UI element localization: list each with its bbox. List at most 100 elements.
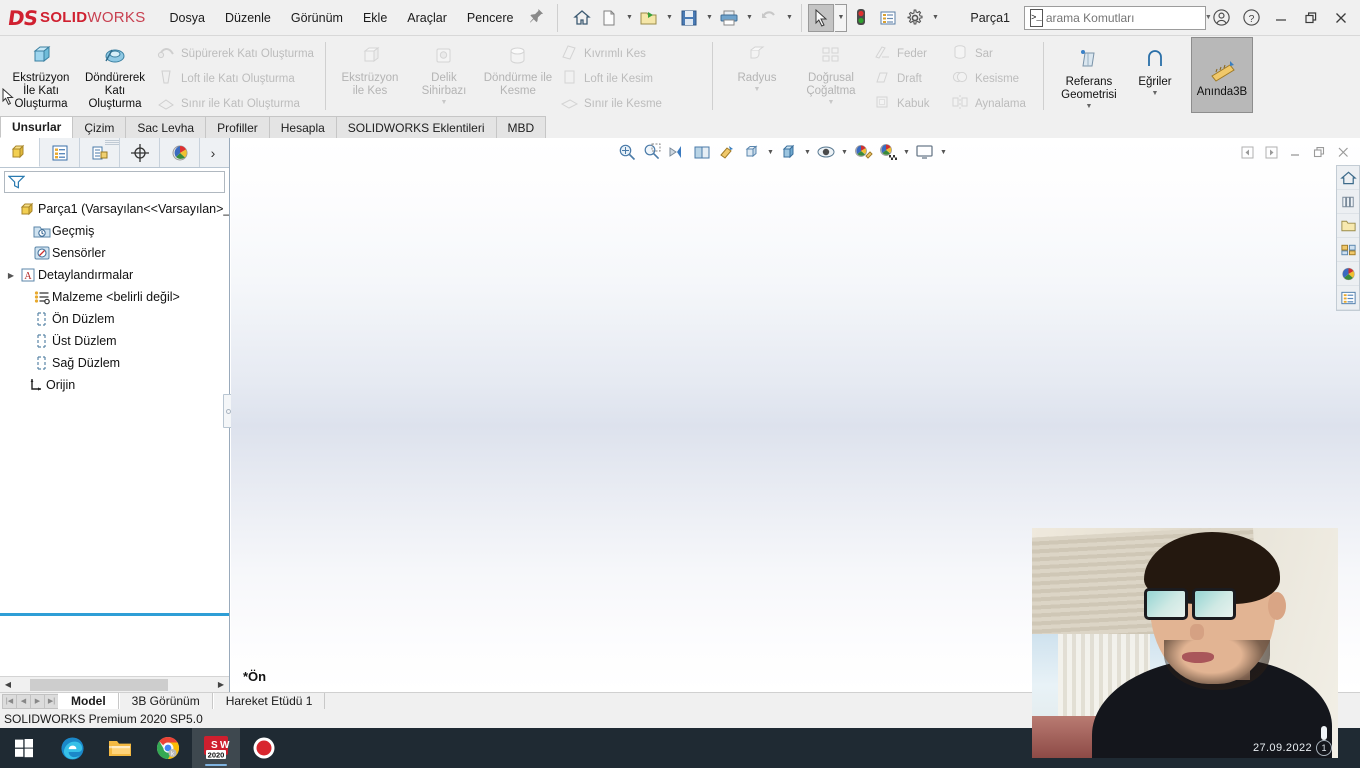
ribbon-reference-geometry[interactable]: Referans Geometrisi ▼	[1051, 42, 1127, 110]
taskbar-file-explorer[interactable]	[96, 728, 144, 768]
settings-gear-icon[interactable]	[902, 4, 928, 32]
view-settings-icon[interactable]	[913, 139, 937, 165]
taskbar-solidworks[interactable]: S W 2020	[192, 728, 240, 768]
tab-hesapla[interactable]: Hesapla	[268, 116, 337, 138]
view-orientation-chevron-down-icon[interactable]: ▼	[765, 139, 776, 165]
account-circle-icon[interactable]	[1206, 3, 1236, 33]
pin-icon[interactable]	[523, 8, 552, 27]
menu-gorunum[interactable]: Görünüm	[281, 7, 353, 29]
scroll-thumb[interactable]	[30, 678, 168, 691]
doc-previous-icon[interactable]	[1236, 140, 1258, 164]
tree-item-top-plane[interactable]: Üst Düzlem	[4, 330, 229, 352]
new-document-icon[interactable]	[596, 4, 622, 32]
open-document-icon[interactable]	[636, 4, 662, 32]
ribbon-revolved-cut[interactable]: Döndürme ile Kesme	[481, 38, 555, 98]
close-icon[interactable]	[1326, 3, 1356, 33]
settings-chevron-down-icon[interactable]: ▼	[929, 4, 941, 32]
undo-icon[interactable]	[756, 4, 782, 32]
tab-nav-last-icon[interactable]: ▶|	[44, 693, 59, 709]
tree-item-history[interactable]: Geçmiş	[4, 220, 229, 242]
select-chevron-down-icon[interactable]: ▼	[835, 3, 848, 32]
panel-tab-display-manager[interactable]	[160, 138, 200, 167]
menu-pencere[interactable]: Pencere	[457, 7, 524, 29]
print-icon[interactable]	[716, 4, 742, 32]
rebuild-traffic-light-icon[interactable]	[848, 4, 874, 32]
undo-chevron-down-icon[interactable]: ▼	[783, 4, 795, 32]
ribbon-swept-cut[interactable]: Kıvrımlı Kes	[555, 41, 705, 66]
ribbon-hole-wizard[interactable]: Delik Sihirbazı ▼	[407, 38, 481, 106]
apply-scene-icon[interactable]	[876, 139, 900, 165]
ribbon-boundary-cut[interactable]: Sınır ile Kesme	[555, 91, 705, 116]
ribbon-rib[interactable]: Feder	[868, 41, 946, 66]
scroll-left-icon[interactable]: ◀	[0, 677, 16, 693]
ribbon-fillet[interactable]: Radyus ▼	[720, 38, 794, 93]
display-style-chevron-down-icon[interactable]: ▼	[802, 139, 813, 165]
task-pane-design-library-icon[interactable]	[1337, 190, 1359, 214]
ribbon-lofted-cut[interactable]: Loft ile Kesim	[555, 66, 705, 91]
previous-view-icon[interactable]	[665, 139, 689, 165]
view-settings-chevron-down-icon[interactable]: ▼	[938, 139, 949, 165]
taskbar-recorder[interactable]	[240, 728, 288, 768]
tab-nav-prev-icon[interactable]: ◀	[16, 693, 31, 709]
bottom-tab-3d-view[interactable]: 3B Görünüm	[118, 693, 213, 709]
doc-restore-icon[interactable]	[1308, 140, 1330, 164]
tree-item-annotations[interactable]: ▶ A Detaylandırmalar	[4, 264, 229, 286]
save-icon[interactable]	[676, 4, 702, 32]
taskbar-start-button[interactable]	[0, 728, 48, 768]
tree-item-front-plane[interactable]: Ön Düzlem	[4, 308, 229, 330]
ribbon-reference-geometry-chevron-down-icon[interactable]: ▼	[1085, 103, 1092, 110]
ribbon-draft[interactable]: Draft	[868, 66, 946, 91]
tab-mbd[interactable]: MBD	[495, 116, 547, 138]
ribbon-boundary-boss[interactable]: Sınır ile Katı Oluşturma	[152, 91, 318, 116]
apply-scene-chevron-down-icon[interactable]: ▼	[901, 139, 912, 165]
taskbar-chrome[interactable]: k	[144, 728, 192, 768]
doc-close-icon[interactable]	[1332, 140, 1354, 164]
ribbon-shell[interactable]: Kabuk	[868, 91, 946, 116]
doc-minimize-icon[interactable]	[1284, 140, 1306, 164]
ribbon-wrap[interactable]: Sar	[946, 41, 1036, 66]
view-orientation-icon[interactable]	[715, 139, 739, 165]
task-pane-appearances-icon[interactable]	[1337, 262, 1359, 286]
tree-item-right-plane[interactable]: Sağ Düzlem	[4, 352, 229, 374]
minimize-icon[interactable]	[1266, 3, 1296, 33]
ribbon-curves[interactable]: Eğriler ▼	[1127, 42, 1183, 97]
open-document-chevron-down-icon[interactable]: ▼	[663, 4, 675, 32]
panel-tabs-chevron-right-icon[interactable]: ›	[200, 138, 226, 167]
tree-item-origin[interactable]: Orijin	[4, 374, 229, 396]
panel-tab-dimxpert[interactable]	[120, 138, 160, 167]
tab-solidworks-eklentileri[interactable]: SOLIDWORKS Eklentileri	[335, 116, 497, 138]
save-chevron-down-icon[interactable]: ▼	[703, 4, 715, 32]
ribbon-instant3d[interactable]: Anında3B	[1190, 37, 1253, 113]
menu-araclar[interactable]: Araçlar	[397, 7, 457, 29]
panel-tab-property-manager[interactable]	[40, 138, 80, 167]
select-cursor-icon[interactable]	[808, 3, 835, 32]
task-pane-file-explorer-icon[interactable]	[1337, 214, 1359, 238]
feature-filter-box[interactable]	[4, 171, 225, 193]
menu-dosya[interactable]: Dosya	[160, 7, 215, 29]
ribbon-fillet-chevron-down-icon[interactable]: ▼	[753, 86, 760, 93]
bottom-tab-model[interactable]: Model	[58, 693, 119, 709]
feature-filter-input[interactable]	[25, 176, 221, 188]
restore-icon[interactable]	[1296, 3, 1326, 33]
menu-duzenle[interactable]: Düzenle	[215, 7, 281, 29]
ribbon-curves-chevron-down-icon[interactable]: ▼	[1151, 90, 1158, 97]
task-pane-view-palette-icon[interactable]	[1337, 238, 1359, 262]
panel-drag-grip[interactable]	[105, 140, 119, 145]
task-pane-custom-properties-icon[interactable]	[1337, 286, 1359, 310]
search-commands-box[interactable]: >_ ▼	[1024, 5, 1212, 30]
tree-item-material[interactable]: Malzeme <belirli değil>	[4, 286, 229, 308]
search-input[interactable]	[1045, 10, 1201, 25]
tab-nav-first-icon[interactable]: |◀	[2, 693, 17, 709]
ribbon-lofted-boss[interactable]: Loft ile Katı Oluşturma	[152, 66, 318, 91]
ribbon-swept-boss[interactable]: Süpürerek Katı Oluşturma	[152, 41, 318, 66]
tab-nav-next-icon[interactable]: ▶	[30, 693, 45, 709]
tab-sac-levha[interactable]: Sac Levha	[125, 116, 207, 138]
bottom-tab-motion-study-1[interactable]: Hareket Etüdü 1	[212, 693, 326, 709]
scroll-right-icon[interactable]: ▶	[213, 677, 229, 693]
new-document-chevron-down-icon[interactable]: ▼	[623, 4, 635, 32]
taskbar-edge[interactable]	[48, 728, 96, 768]
tree-item-part1[interactable]: Parça1 (Varsayılan<<Varsayılan>_Gör	[4, 198, 229, 220]
ribbon-linear-pattern-chevron-down-icon[interactable]: ▼	[827, 99, 834, 106]
display-style-icon[interactable]	[777, 139, 801, 165]
tab-unsurlar[interactable]: Unsurlar	[0, 116, 74, 138]
